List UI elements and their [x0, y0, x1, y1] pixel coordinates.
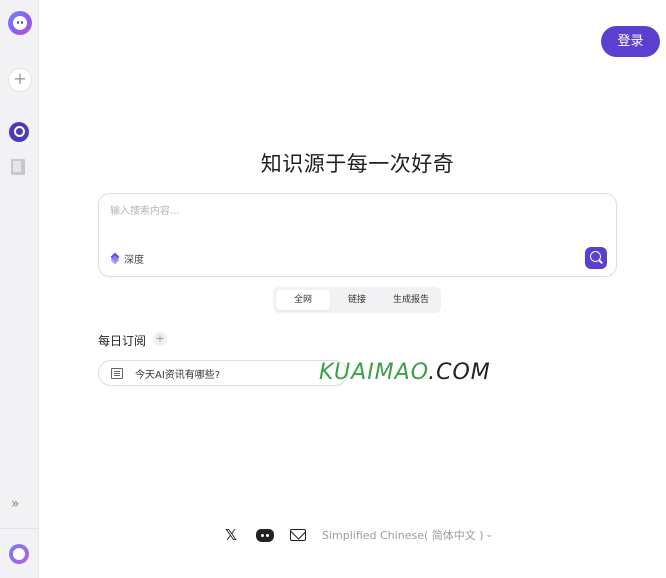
suggestion-chip[interactable]: 今天AI资讯有哪些?: [98, 360, 348, 386]
expand-sidebar-button[interactable]: »: [11, 496, 19, 512]
language-selector[interactable]: Simplified Chinese( 简体中文 ) ⌄: [322, 527, 493, 543]
tab-links[interactable]: 链接: [330, 290, 384, 310]
new-chat-button[interactable]: +: [8, 68, 32, 92]
search-input[interactable]: [110, 202, 590, 220]
depth-toggle[interactable]: 深度: [110, 251, 144, 266]
logo-eye-right: [21, 21, 23, 24]
x-twitter-icon[interactable]: 𝕏: [222, 526, 240, 544]
watermark-domain: .COM: [428, 360, 491, 385]
news-icon: [111, 367, 123, 379]
watermark: KUAIMAO.COM: [319, 359, 491, 387]
login-button[interactable]: 登录: [601, 26, 660, 57]
discord-icon[interactable]: [256, 528, 274, 542]
language-label: Simplified Chinese( 简体中文 ): [322, 529, 484, 542]
sidebar: + »: [0, 0, 39, 578]
tab-report[interactable]: 生成报告: [384, 290, 438, 310]
daily-subscription-title: 每日订阅: [98, 334, 147, 348]
chevron-down-icon: ⌄: [485, 530, 494, 540]
avatar[interactable]: [9, 544, 29, 564]
app-root: + » 登录 知识源于每一次好奇 深度 全网 链接 生成报告 每日订阅 + 今天…: [0, 0, 666, 578]
layers-icon: [110, 253, 121, 264]
search-box: 深度: [98, 193, 617, 277]
book-icon[interactable]: [11, 159, 25, 175]
search-submit-button[interactable]: [585, 247, 607, 269]
depth-label: 深度: [124, 255, 144, 266]
suggestion-text: 今天AI资讯有哪些?: [135, 369, 221, 381]
search-scope-tabs: 全网 链接 生成报告: [273, 287, 441, 313]
logo-eye-left: [17, 21, 19, 24]
tab-web[interactable]: 全网: [276, 290, 330, 310]
add-subscription-button[interactable]: +: [153, 332, 167, 346]
search-icon[interactable]: [9, 122, 29, 142]
watermark-brand: KUAIMAO: [319, 360, 429, 385]
sidebar-divider: [0, 528, 39, 529]
page-title: 知识源于每一次好奇: [260, 152, 455, 176]
logo-icon[interactable]: [8, 11, 32, 35]
mail-icon[interactable]: [290, 529, 306, 541]
footer: 𝕏 Simplified Chinese( 简体中文 ) ⌄: [222, 526, 493, 544]
